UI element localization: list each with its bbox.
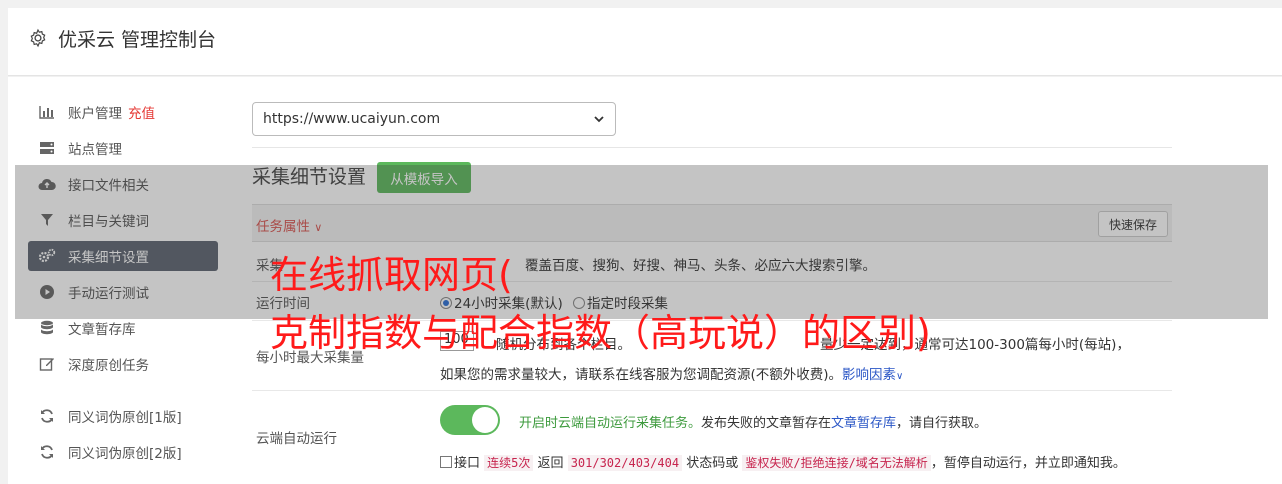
sidebar-item-label: 同义词伪原创[2版] [68, 446, 182, 462]
cloud-run-toggle[interactable] [440, 405, 500, 435]
database-icon [38, 320, 56, 336]
sidebar-item-synonym-v1[interactable]: 同义词伪原创[1版] [28, 401, 218, 431]
sidebar-item-account[interactable]: 账户管理 充值 [28, 97, 218, 127]
chevron-down-icon [594, 116, 604, 123]
sidebar-item-label: 深度原创任务 [68, 358, 149, 374]
caption-line-2: 克制指数与配合指数（高玩说）的区别) [270, 311, 931, 355]
refresh-icon [38, 408, 56, 424]
edit-icon [38, 356, 56, 372]
sidebar-item-deep-original[interactable]: 深度原创任务 [28, 349, 218, 379]
cloud-run-desc: 开启时云端自动运行采集任务。发布失败的文章暂存在文章暂存库，请自行获取。 [519, 416, 988, 431]
pause-on-error-option: 接口 连续5次 返回 301/302/403/404 状态码或 鉴权失败/拒绝连… [440, 452, 1126, 471]
sidebar-item-label: 站点管理 [68, 142, 122, 158]
sidebar-item-synonym-v2[interactable]: 同义词伪原创[2版] [28, 437, 218, 467]
bar-chart-icon [38, 104, 56, 120]
site-select[interactable]: https://www.ucaiyun.com [252, 102, 616, 136]
sidebar-item-sites[interactable]: 站点管理 [28, 133, 218, 163]
pause-on-error-checkbox[interactable] [440, 456, 452, 468]
article-store-link[interactable]: 文章暂存库 [831, 416, 896, 431]
cloud-run-label: 云端自动运行 [256, 431, 337, 447]
sidebar-item-label: 账户管理 [68, 106, 122, 122]
caption-overlay [15, 165, 1268, 319]
caption-line-1: 在线抓取网页( [270, 253, 513, 297]
influence-factors-link[interactable]: 影响因素 [842, 367, 896, 383]
refresh-icon [38, 444, 56, 460]
site-select-value: https://www.ucaiyun.com [263, 111, 441, 127]
sidebar-item-label: 文章暂存库 [68, 322, 136, 338]
recharge-link[interactable]: 充值 [128, 102, 155, 122]
chevron-down-icon: ∨ [896, 371, 904, 382]
max-per-hour-desc-3: 如果您的需求量较大，请联系在线客服为您调配资源(不额外收费)。影响因素∨ [440, 367, 904, 383]
gear-icon [30, 28, 46, 48]
divider [252, 147, 1172, 148]
page-title: 优采云 管理控制台 [58, 29, 217, 51]
top-bar: 优采云 管理控制台 [8, 8, 1282, 76]
sidebar-item-label: 同义词伪原创[1版] [68, 410, 182, 426]
server-icon [38, 140, 56, 156]
